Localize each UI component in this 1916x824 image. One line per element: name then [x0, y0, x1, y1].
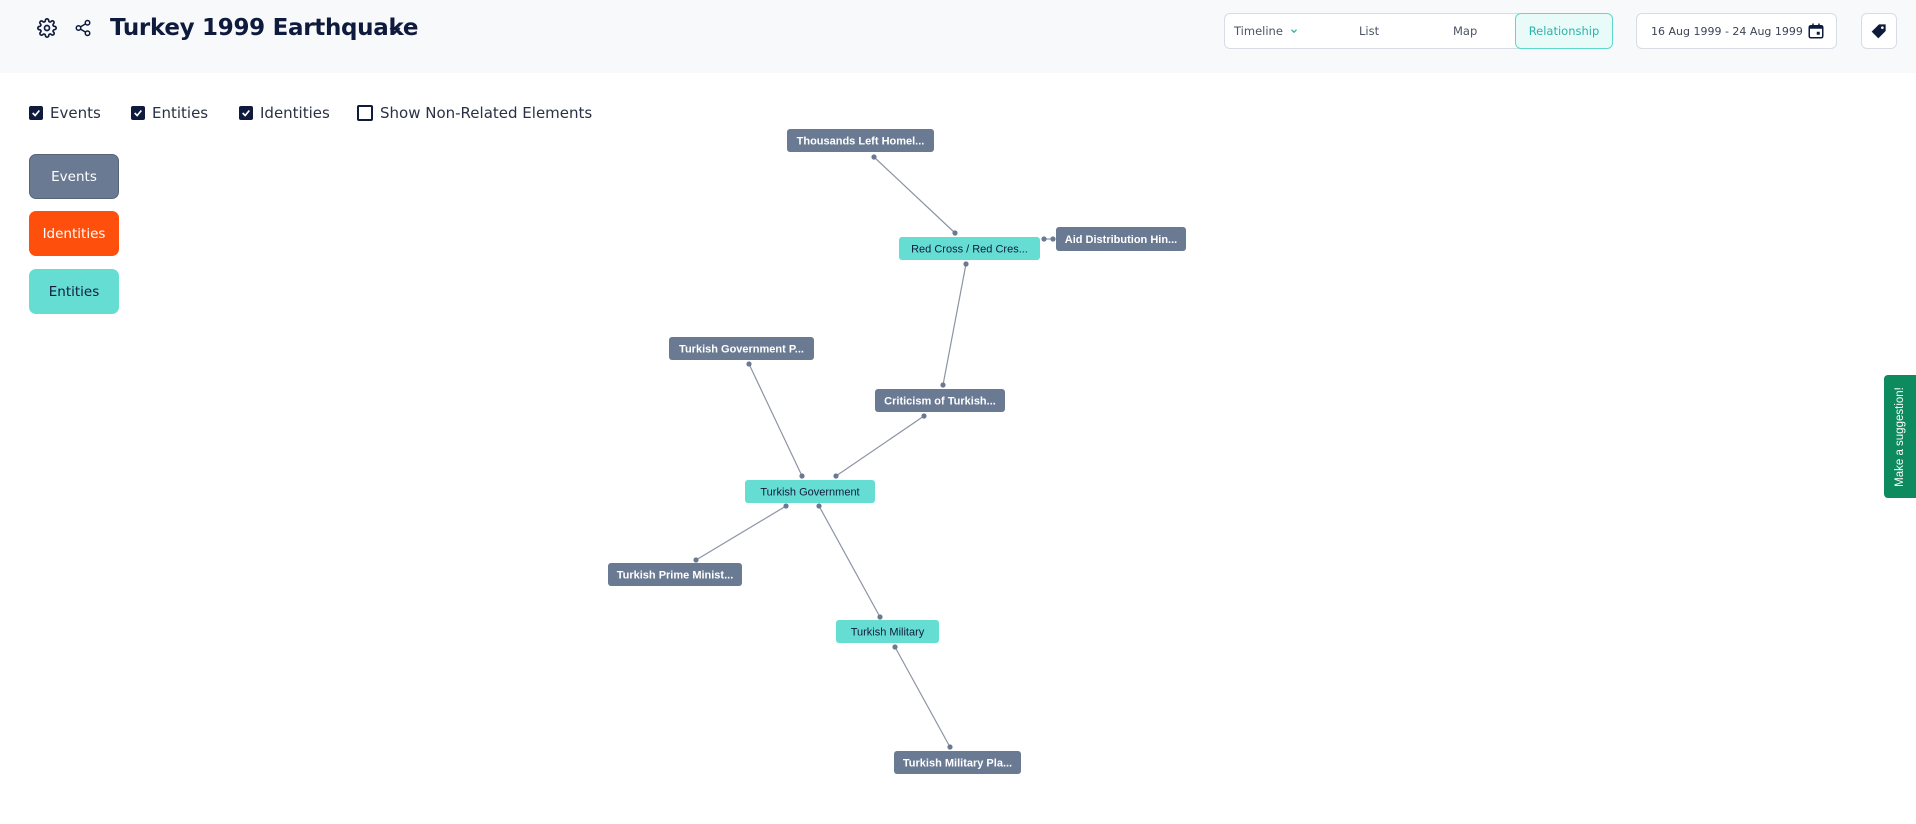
edge-handle[interactable]: [746, 361, 752, 367]
edge-handle[interactable]: [871, 154, 877, 160]
graph-edge: [695, 505, 787, 561]
graph-node-label: Turkish Government P...: [679, 344, 804, 356]
graph-edge: [942, 263, 967, 386]
graph-node-event[interactable]: Turkish Prime Minist...: [608, 563, 742, 586]
graph-node-label: Turkish Government: [760, 487, 859, 499]
graph-node-event[interactable]: Thousands Left Homel...: [787, 129, 934, 152]
graph-node-label: Thousands Left Homel...: [797, 136, 925, 148]
edge-handle[interactable]: [833, 473, 839, 479]
graph-node-entity[interactable]: Turkish Government: [745, 480, 875, 503]
edge-handle[interactable]: [940, 382, 946, 388]
graph-node-event[interactable]: Criticism of Turkish...: [875, 389, 1005, 412]
make-suggestion-label: Make a suggestion!: [1894, 386, 1906, 487]
graph-node-label: Red Cross / Red Cres...: [911, 244, 1028, 256]
graph-node-label: Turkish Military: [851, 627, 925, 639]
edge-handle[interactable]: [963, 261, 969, 267]
edge-handle[interactable]: [952, 230, 958, 236]
edge-handle[interactable]: [1050, 236, 1056, 242]
graph-edge: [873, 156, 956, 234]
graph-node-label: Criticism of Turkish...: [884, 396, 996, 408]
graph-node-event[interactable]: Turkish Military Pla...: [894, 751, 1021, 774]
edge-handle[interactable]: [877, 614, 883, 620]
edge-handle[interactable]: [1041, 236, 1047, 242]
graph-node-label: Turkish Prime Minist...: [617, 570, 734, 582]
graph-edge: [748, 363, 803, 477]
edge-handle[interactable]: [947, 744, 953, 750]
edge-handle[interactable]: [892, 644, 898, 650]
edge-handle[interactable]: [693, 557, 699, 563]
graph-node-event[interactable]: Turkish Government P...: [669, 337, 814, 360]
graph-edge: [835, 415, 925, 477]
graph-node-entity[interactable]: Red Cross / Red Cres...: [899, 237, 1040, 260]
graph-node-entity[interactable]: Turkish Military: [836, 620, 939, 643]
graph-edge: [818, 505, 881, 618]
edge-handle[interactable]: [816, 503, 822, 509]
graph-node-event[interactable]: Aid Distribution Hin...: [1056, 227, 1186, 251]
edge-handle[interactable]: [921, 413, 927, 419]
relationship-graph[interactable]: Thousands Left Homel... Red Cross / Red C…: [0, 0, 1916, 824]
graph-node-label: Aid Distribution Hin...: [1065, 234, 1177, 246]
make-suggestion-button[interactable]: Make a suggestion!: [1884, 375, 1916, 498]
graph-edge: [894, 646, 951, 748]
edge-handle[interactable]: [799, 473, 805, 479]
edge-handle[interactable]: [783, 503, 789, 509]
graph-node-label: Turkish Military Pla...: [903, 758, 1012, 770]
